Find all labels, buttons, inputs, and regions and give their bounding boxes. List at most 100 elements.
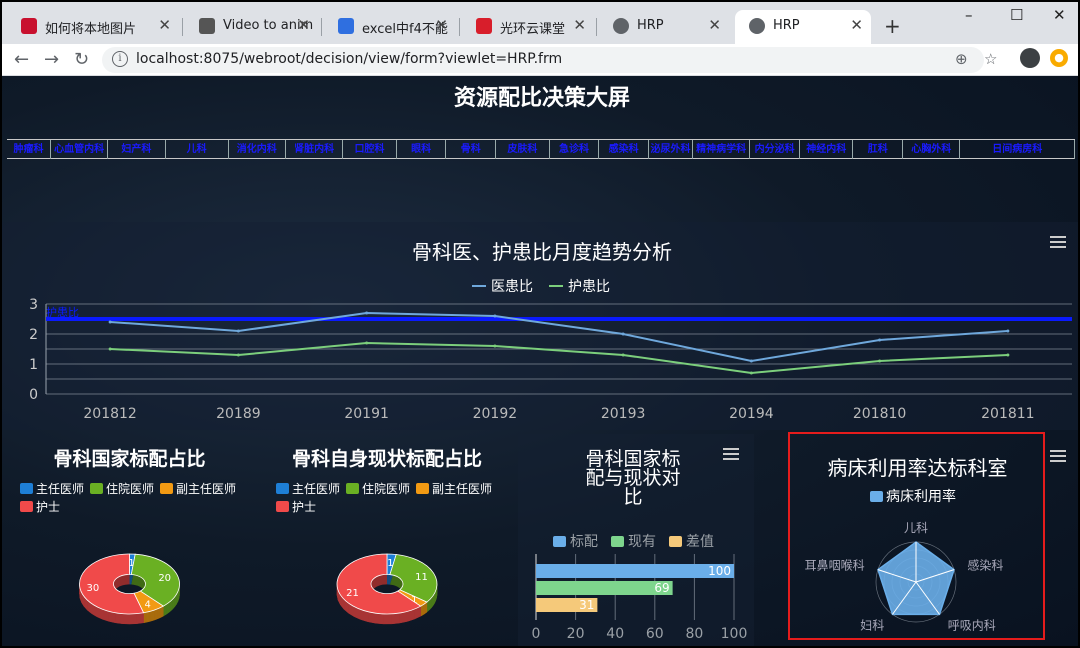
- pie-slice-wall: [391, 612, 400, 625]
- dept-link[interactable]: 妇产科: [108, 140, 166, 159]
- browser-window: 如何将本地图片 ✕ Video to anim ✕ excel中f4不能 ✕ 光环云课堂 ✕ H…: [0, 0, 1080, 648]
- bar-label: 31: [579, 598, 594, 612]
- tab-6[interactable]: HRP ✕: [735, 10, 871, 44]
- pie-label: 21: [346, 588, 359, 599]
- reload-icon[interactable]: ↻: [74, 49, 89, 70]
- dept-link[interactable]: 精神病学科: [693, 140, 751, 159]
- pie-chart: 111121: [336, 553, 438, 625]
- video-icon: [199, 18, 215, 34]
- forward-icon[interactable]: →: [44, 49, 59, 70]
- pie-slice-wall: [122, 613, 130, 625]
- tab-label: 如何将本地图片: [45, 22, 137, 37]
- dept-link[interactable]: 心血管内科: [51, 140, 109, 159]
- star-icon[interactable]: ☆: [984, 50, 997, 68]
- data-point: [621, 353, 625, 357]
- x-tick-label: 0: [532, 626, 541, 642]
- tab-1[interactable]: 如何将本地图片 ✕: [7, 10, 179, 44]
- legend-swatch: [553, 536, 566, 547]
- x-tick-label: 20194: [729, 406, 774, 422]
- dept-link[interactable]: 急诊科: [550, 140, 600, 159]
- x-tick-label: 40: [606, 626, 624, 642]
- department-nav: 肿瘤科 心血管内科 妇产科 儿科 消化内科 肾脏内科 口腔科 眼科 骨科 皮肤科 急诊科 感染科 泌尿外…: [7, 139, 1076, 159]
- dept-link[interactable]: 肾脏内科: [286, 140, 344, 159]
- dept-link[interactable]: 感染科: [599, 140, 649, 159]
- dept-link[interactable]: 皮肤科: [496, 140, 550, 159]
- dept-link[interactable]: 儿科: [166, 140, 229, 159]
- x-tick-label: 201810: [853, 406, 906, 422]
- back-icon[interactable]: ←: [14, 49, 29, 70]
- data-point: [749, 371, 753, 375]
- data-point: [108, 347, 112, 351]
- zoom-icon[interactable]: ⊕: [955, 50, 968, 68]
- x-tick-label: 20192: [473, 406, 518, 422]
- dept-link[interactable]: 泌尿外科: [649, 140, 693, 159]
- x-tick-label: 80: [685, 626, 703, 642]
- markline-label: 护患比: [46, 305, 79, 319]
- close-icon[interactable]: ✕: [297, 16, 310, 34]
- data-point: [236, 353, 240, 357]
- profile-avatar[interactable]: [1020, 48, 1040, 68]
- dept-link[interactable]: 口腔科: [343, 140, 397, 159]
- x-tick-label: 20193: [601, 406, 646, 422]
- dashboard: 资源配比决策大屏 肿瘤科 心血管内科 妇产科 儿科 消化内科 肾脏内科 口腔科 眼科 骨科 皮肤科…: [2, 76, 1078, 646]
- pie-slice-wall: [367, 611, 376, 624]
- data-point: [878, 359, 882, 363]
- pie-slice-wall: [136, 612, 144, 624]
- y-tick-label: 1: [29, 357, 38, 373]
- dept-link[interactable]: 日间病房科: [960, 140, 1076, 159]
- new-tab-button[interactable]: +: [884, 14, 901, 38]
- close-icon[interactable]: ✕: [573, 16, 586, 34]
- dept-link[interactable]: 眼科: [397, 140, 447, 159]
- url-input[interactable]: i localhost:8075/webroot/decision/view/f…: [102, 47, 997, 73]
- maximize-button[interactable]: ☐: [1010, 6, 1023, 24]
- pie-chart: 120430: [79, 553, 180, 625]
- data-point: [1006, 353, 1010, 357]
- info-icon[interactable]: i: [112, 51, 128, 67]
- legend-label: 现有: [628, 534, 656, 550]
- bar-panel: 骨科国家标 配与现状对 比 标配 现有 差值 0 20 40 60 80 100 100 69 31: [518, 434, 754, 646]
- y-tick-label: 0: [29, 387, 38, 403]
- dept-link[interactable]: 心胸外科: [903, 140, 961, 159]
- data-point: [108, 320, 112, 324]
- pie-label: 11: [415, 572, 428, 583]
- tab-3[interactable]: excel中f4不能 ✕: [324, 10, 456, 44]
- extension-icon[interactable]: ●: [1050, 49, 1068, 67]
- dept-link[interactable]: 肛科: [853, 140, 904, 159]
- close-icon[interactable]: ✕: [435, 16, 448, 34]
- dept-link[interactable]: 神经内科: [800, 140, 854, 159]
- dept-link[interactable]: 消化内科: [229, 140, 286, 159]
- legend-label: 医患比: [491, 279, 533, 295]
- legend-label: 护患比: [568, 279, 610, 295]
- data-point: [365, 311, 369, 315]
- tab-separator: [459, 18, 460, 36]
- close-icon[interactable]: ✕: [708, 16, 721, 34]
- globe-icon: [749, 18, 765, 34]
- tab-5[interactable]: HRP ✕: [599, 10, 729, 44]
- data-point: [749, 359, 753, 363]
- minimize-button[interactable]: –: [965, 6, 973, 24]
- dept-link[interactable]: 肿瘤科: [7, 140, 51, 159]
- close-icon[interactable]: ✕: [850, 16, 863, 34]
- dept-link[interactable]: 内分泌科: [750, 140, 800, 159]
- dept-link[interactable]: 骨科: [446, 140, 497, 159]
- csdn-icon: [21, 18, 37, 34]
- bar: [536, 564, 734, 578]
- series-line: [110, 341, 1008, 375]
- close-icon[interactable]: ✕: [158, 16, 171, 34]
- x-tick-label: 20191: [344, 406, 389, 422]
- x-tick-label: 201811: [981, 406, 1034, 422]
- highlight-box: [788, 432, 1045, 640]
- close-window-button[interactable]: ✕: [1053, 6, 1066, 24]
- tab-4[interactable]: 光环云课堂 ✕: [462, 10, 594, 44]
- dashboard-title: 资源配比决策大屏: [453, 86, 630, 111]
- x-tick-label: 100: [721, 626, 748, 642]
- data-point: [1006, 329, 1010, 333]
- pie-label: 4: [145, 599, 151, 610]
- data-point: [493, 344, 497, 348]
- x-tick-label: 20189: [216, 406, 261, 422]
- url-text[interactable]: localhost:8075/webroot/decision/view/for…: [136, 51, 562, 67]
- tab-2[interactable]: Video to anim ✕: [185, 10, 318, 44]
- paw-icon: [338, 18, 354, 34]
- pie-label: 20: [158, 573, 171, 584]
- tab-separator: [321, 18, 322, 36]
